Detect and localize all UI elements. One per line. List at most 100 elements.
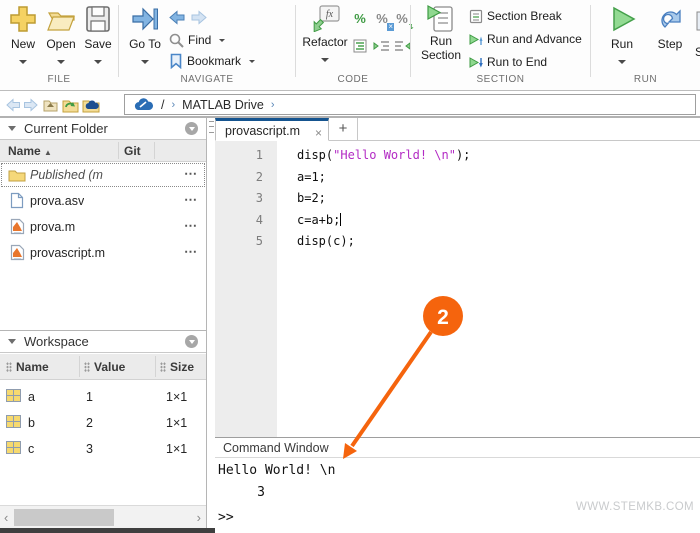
line-number: 1 xyxy=(215,145,263,167)
variable-row-a[interactable]: a 1 1×1 xyxy=(0,384,206,410)
current-folder-columns: Name ▲ Git xyxy=(0,140,206,162)
forward-arrow-icon[interactable] xyxy=(23,98,38,112)
wrap-comments-button[interactable]: % ↴ xyxy=(392,10,412,30)
open-label: Open xyxy=(43,37,79,51)
address-bar[interactable]: / › MATLAB Drive › xyxy=(124,94,696,115)
save-button[interactable]: Save xyxy=(82,4,114,70)
code-editor-area[interactable]: 1 disp("Hello World! \n"); 2 a=1; 3 b=2;… xyxy=(215,141,700,437)
variable-name: c xyxy=(28,442,34,456)
toolbar-ribbon: New Open Save FILE xyxy=(0,0,700,91)
folder-up-icon[interactable] xyxy=(42,97,59,113)
code-line: 1 disp("Hello World! \n"); xyxy=(215,145,700,167)
variable-row-b[interactable]: b 2 1×1 xyxy=(0,410,206,436)
text-cursor xyxy=(340,213,341,226)
collapse-triangle-icon[interactable] xyxy=(8,339,16,344)
bookmark-label: Bookmark xyxy=(187,54,241,68)
variable-size: 1×1 xyxy=(166,416,187,430)
run-to-end-icon xyxy=(469,55,483,70)
file-row-published[interactable]: Published (m ⋯ xyxy=(0,162,206,188)
matlab-file-icon xyxy=(10,244,25,261)
comment-button[interactable]: % xyxy=(350,10,370,30)
ribbon-group-file: New Open Save FILE xyxy=(0,0,118,90)
workspace-title: Workspace xyxy=(24,334,89,349)
collapse-triangle-icon[interactable] xyxy=(8,126,16,131)
row-menu-icon[interactable]: ⋯ xyxy=(184,166,198,182)
chevron-down-icon xyxy=(141,60,149,64)
panel-menu-icon[interactable] xyxy=(185,122,198,135)
run-section-button[interactable]: Run Section xyxy=(417,4,465,70)
bookmark-button[interactable]: Bookmark xyxy=(169,52,255,70)
command-window: Command Window Hello World! \n 3 >> xyxy=(215,437,700,533)
back-arrow-icon[interactable] xyxy=(6,98,21,112)
refactor-label: Refactor xyxy=(300,35,350,49)
column-git[interactable]: Git xyxy=(124,144,141,158)
open-folder-icon xyxy=(45,4,77,34)
folder-cloud-icon[interactable] xyxy=(81,96,101,113)
path-drive[interactable]: MATLAB Drive xyxy=(182,98,264,112)
column-name[interactable]: Name xyxy=(6,360,49,374)
variable-row-c[interactable]: c 3 1×1 xyxy=(0,436,206,462)
indent-left-button[interactable] xyxy=(392,38,412,58)
run-and-advance-button[interactable]: Run and Advance xyxy=(469,30,582,48)
uncomment-button[interactable]: % × xyxy=(372,10,392,30)
forward-arrow-icon[interactable] xyxy=(190,10,207,25)
scrollbar-thumb[interactable] xyxy=(14,509,114,526)
goto-label: Go To xyxy=(125,37,165,51)
column-value[interactable]: Value xyxy=(84,360,125,374)
line-number: 3 xyxy=(215,188,263,210)
bookmark-icon xyxy=(169,53,183,69)
save-label: Save xyxy=(82,37,114,51)
row-menu-icon[interactable]: ⋯ xyxy=(184,244,198,260)
goto-button[interactable]: Go To xyxy=(125,4,165,70)
folder-icon xyxy=(8,168,26,182)
step-button[interactable]: Step xyxy=(650,4,690,70)
back-arrow-icon[interactable] xyxy=(169,10,186,25)
ribbon-group-code: fx Refactor % % × % ↴ xyxy=(296,0,410,90)
scroll-right-icon[interactable]: › xyxy=(197,510,201,525)
path-root[interactable]: / xyxy=(161,98,164,112)
run-and-advance-label: Run and Advance xyxy=(487,32,582,46)
row-menu-icon[interactable]: ⋯ xyxy=(184,192,198,208)
new-button[interactable]: New xyxy=(5,4,41,70)
chevron-down-icon xyxy=(19,60,27,64)
folder-refresh-icon[interactable] xyxy=(61,96,79,113)
sort-asc-icon: ▲ xyxy=(44,148,52,157)
indent-right-icon xyxy=(373,38,391,54)
file-row-provascript-m[interactable]: provascript.m ⋯ xyxy=(0,240,206,266)
column-size[interactable]: Size xyxy=(160,360,194,374)
run-to-end-label: Run to End xyxy=(487,55,547,69)
panel-splitter[interactable] xyxy=(208,118,215,533)
section-break-button[interactable]: Section Break xyxy=(469,7,562,25)
scroll-left-icon[interactable]: ‹ xyxy=(4,510,8,525)
step-label: Step xyxy=(650,37,690,51)
tab-label: provascript.m xyxy=(225,124,300,138)
command-prompt: >> xyxy=(218,510,234,525)
indent-right-button[interactable] xyxy=(372,38,392,58)
open-button[interactable]: Open xyxy=(43,4,79,70)
close-icon[interactable]: × xyxy=(315,126,322,140)
refactor-button[interactable]: fx Refactor xyxy=(300,4,350,70)
smart-indent-button[interactable] xyxy=(350,38,370,58)
horizontal-scrollbar[interactable]: ‹ › xyxy=(0,505,206,529)
new-plus-icon xyxy=(8,4,38,34)
line-number: 5 xyxy=(215,231,263,253)
tab-provascript[interactable]: provascript.m × xyxy=(215,118,329,141)
new-tab-button[interactable]: + xyxy=(329,118,358,141)
run-to-end-button[interactable]: Run to End xyxy=(469,53,547,71)
watermark: WWW.STEMKB.COM xyxy=(576,501,694,513)
find-button[interactable]: Find xyxy=(169,31,225,49)
row-menu-icon[interactable]: ⋯ xyxy=(184,218,198,234)
clipped-button-sliver[interactable]: S xyxy=(695,8,700,68)
file-row-prova-asv[interactable]: prova.asv ⋯ xyxy=(0,188,206,214)
command-window-title: Command Window xyxy=(223,441,329,455)
column-separator xyxy=(154,142,155,159)
panel-menu-icon[interactable] xyxy=(185,335,198,348)
column-name[interactable]: Name ▲ xyxy=(8,144,52,158)
smart-indent-icon xyxy=(352,38,368,54)
file-row-prova-m[interactable]: prova.m ⋯ xyxy=(0,214,206,240)
matrix-icon xyxy=(6,389,21,402)
save-floppy-icon xyxy=(84,4,112,34)
variable-size: 1×1 xyxy=(166,442,187,456)
bottom-edge-bar xyxy=(0,528,215,533)
run-button[interactable]: Run xyxy=(602,4,642,70)
